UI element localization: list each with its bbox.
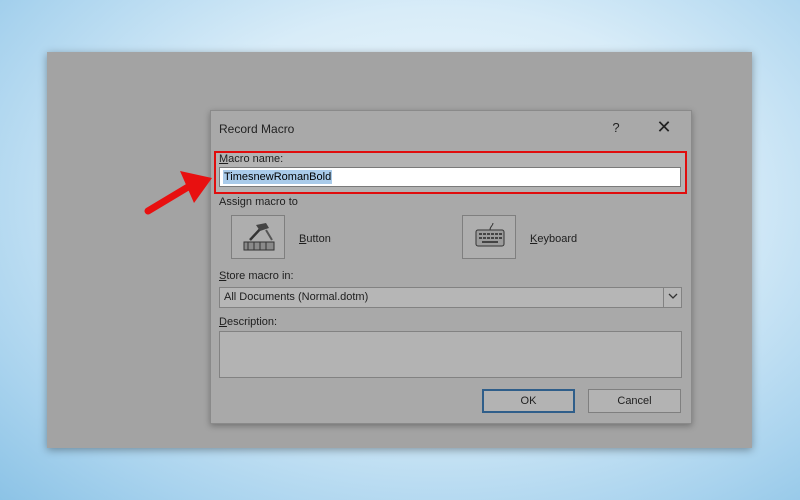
dialog-titlebar: Record Macro ? ✕ [211, 111, 691, 147]
keyboard-label: Keyboard [530, 233, 578, 245]
record-macro-dialog: Record Macro ? ✕ Macro name: TimesnewRom… [210, 110, 692, 424]
hammer-toolbar-icon [243, 223, 275, 251]
cancel-button[interactable]: Cancel [588, 389, 681, 413]
store-macro-value: All Documents (Normal.dotm) [224, 291, 369, 303]
assign-keyboard-tile[interactable] [462, 215, 516, 259]
dialog-title: Record Macro [219, 122, 295, 136]
macro-name-label-text: acro name: [228, 153, 284, 165]
keyboard-icon [475, 222, 505, 247]
chevron-down-icon[interactable] [663, 288, 681, 307]
help-button[interactable]: ? [609, 120, 623, 135]
red-arrow-icon [144, 171, 212, 215]
ok-button[interactable]: OK [482, 389, 575, 413]
button-label: Button [299, 233, 331, 245]
macro-name-value: TimesnewRomanBold [223, 170, 333, 184]
description-label: Description: [219, 316, 278, 328]
assign-button-tile[interactable] [231, 215, 285, 259]
description-textarea[interactable] [219, 331, 682, 378]
close-button[interactable]: ✕ [655, 117, 673, 137]
store-macro-select[interactable]: All Documents (Normal.dotm) [219, 287, 682, 308]
assign-macro-label: Assign macro to [219, 196, 298, 208]
store-macro-label: Store macro in: [219, 270, 294, 282]
macro-name-input[interactable]: TimesnewRomanBold [219, 167, 681, 187]
macro-name-label: Macro name: [219, 153, 284, 165]
